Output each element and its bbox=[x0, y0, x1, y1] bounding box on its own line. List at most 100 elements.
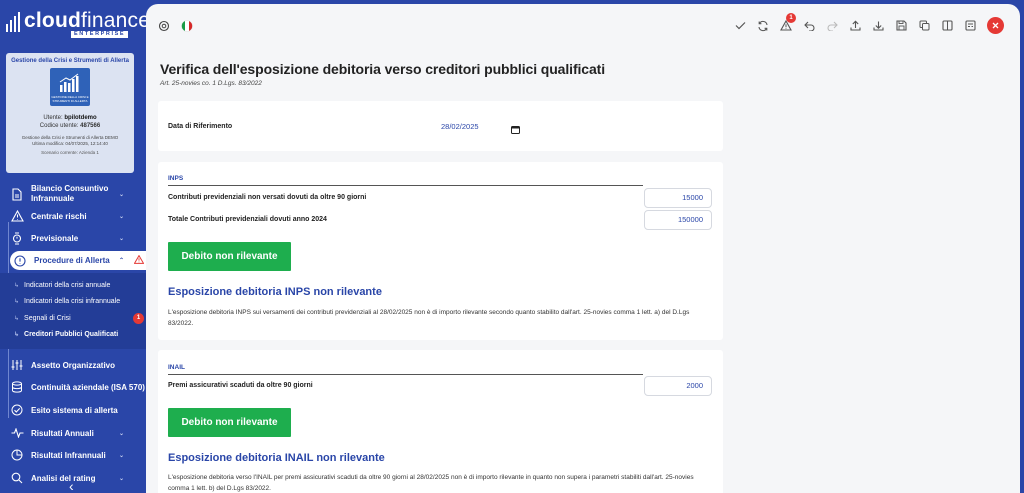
settings-icon[interactable] bbox=[158, 20, 170, 32]
refresh-icon[interactable] bbox=[755, 18, 771, 34]
inail-status-button[interactable]: Debito non rilevante bbox=[168, 408, 291, 437]
chevron-down-icon: ⌄ bbox=[119, 430, 125, 437]
watch-icon bbox=[10, 231, 24, 245]
warning-icon bbox=[133, 254, 145, 266]
close-button[interactable] bbox=[987, 17, 1004, 34]
module-chart-icon: GESTIONE DELLA CRISI E STRUMENTI DI ALLE… bbox=[50, 68, 90, 106]
sidebar-item-label: Risultati Infrannuali bbox=[31, 450, 106, 460]
subitem-arrow-icon: ↳ bbox=[14, 282, 20, 289]
warning-icon bbox=[10, 209, 24, 223]
sidebar-subitem-creditori-pubblici[interactable]: ↳ Creditori Pubblici Qualificati bbox=[0, 329, 146, 339]
columns-icon[interactable] bbox=[939, 18, 955, 34]
section-divider bbox=[168, 185, 643, 186]
search-icon bbox=[10, 471, 24, 485]
sidebar-item-centrale-rischi[interactable]: Centrale rischi ⌄ bbox=[0, 208, 146, 224]
pie-icon bbox=[10, 448, 24, 462]
sidebar-item-label: Assetto Organizzativo bbox=[31, 360, 116, 370]
calculator-icon[interactable] bbox=[962, 18, 978, 34]
brand-edition: ENTERPRISE bbox=[71, 31, 129, 38]
sidebar-item-label: Esito sistema di allerta bbox=[31, 405, 118, 415]
inps-result-title: Esposizione debitoria INPS non rilevante bbox=[168, 286, 382, 298]
undo-icon[interactable] bbox=[801, 18, 817, 34]
inail-row1-label: Premi assicurativi scaduti da oltre 90 g… bbox=[168, 382, 313, 389]
download-icon[interactable] bbox=[870, 18, 886, 34]
sidebar-item-continuita[interactable]: Continuità aziendale (ISA 570) bbox=[0, 379, 146, 395]
sidebar: cloudfinance ENTERPRISE Gestione della C… bbox=[0, 0, 146, 493]
date-panel: Data di Riferimento 28/02/2025 bbox=[158, 101, 723, 151]
card-scenario: Scenario corrente: Azienda 1 bbox=[41, 150, 99, 155]
save-icon[interactable] bbox=[893, 18, 909, 34]
sidebar-subitem-label: Indicatori della crisi infrannuale bbox=[24, 297, 121, 305]
alerts-icon[interactable]: 1 bbox=[778, 12, 796, 34]
sidebar-item-procedure-allerta[interactable]: Procedure di Allerta ⌃ bbox=[10, 251, 146, 270]
sidebar-item-label: Centrale rischi bbox=[31, 211, 87, 221]
logo-bars-icon bbox=[6, 12, 20, 32]
page-subtitle: Art. 25-novies co. 1 D.Lgs. 83/2022 bbox=[160, 80, 262, 87]
sidebar-subitem-segnali-crisi[interactable]: ↳ Segnali di Crisi bbox=[0, 313, 146, 323]
card-user: Utente: bpilotdemo bbox=[43, 115, 97, 121]
card-image-caption: GESTIONE DELLA CRISI E STRUMENTI DI ALLE… bbox=[51, 95, 89, 103]
inail-panel: INAIL Premi assicurativi scaduti da oltr… bbox=[158, 350, 723, 493]
sliders-icon bbox=[10, 358, 24, 372]
sidebar-subitem-indicatori-infrannuale[interactable]: ↳ Indicatori della crisi infrannuale bbox=[0, 296, 146, 306]
chevron-down-icon: ⌄ bbox=[119, 235, 125, 242]
sidebar-item-label: Bilancio Consuntivo bbox=[31, 184, 109, 193]
collapse-sidebar-icon[interactable]: ‹ bbox=[69, 479, 74, 493]
check-circle-icon bbox=[10, 403, 24, 417]
user-card: Gestione della Crisi e Strumenti di Alle… bbox=[6, 53, 134, 173]
card-title: Gestione della Crisi e Strumenti di Alle… bbox=[11, 58, 129, 64]
calendar-icon[interactable] bbox=[511, 121, 520, 139]
inps-panel: INPS Contributi previdenziali non versat… bbox=[158, 162, 723, 340]
upload-icon[interactable] bbox=[847, 18, 863, 34]
inps-heading: INPS bbox=[168, 175, 184, 182]
alerts-badge: 1 bbox=[786, 12, 796, 23]
inps-row1-label: Contributi previdenziali non versati dov… bbox=[168, 194, 367, 201]
subitem-arrow-icon: ↳ bbox=[14, 315, 20, 322]
sidebar-item-risultati-infrannuali[interactable]: Risultati Infrannuali ⌄ bbox=[0, 447, 146, 463]
brand-name: cloudfinance bbox=[24, 9, 146, 32]
inail-row1-input[interactable]: 2000 bbox=[644, 376, 712, 396]
brand-logo[interactable]: cloudfinance bbox=[6, 10, 146, 32]
notification-badge: 1 bbox=[133, 313, 144, 324]
sidebar-item-label: Infrannuale bbox=[31, 194, 75, 203]
sidebar-subitem-label: Segnali di Crisi bbox=[24, 314, 71, 322]
sidebar-item-label: Analisi del rating bbox=[31, 473, 96, 483]
sidebar-item-label: Previsionale bbox=[31, 233, 79, 243]
inps-row2-label: Totale Contributi previdenziali dovuti a… bbox=[168, 216, 327, 223]
sidebar-item-risultati-annuali[interactable]: Risultati Annuali ⌄ bbox=[0, 425, 146, 441]
chevron-down-icon: ⌄ bbox=[119, 475, 125, 482]
pulse-icon bbox=[10, 426, 24, 440]
inps-row2-input[interactable]: 150000 bbox=[644, 210, 712, 230]
subitem-arrow-icon: ↳ bbox=[14, 331, 20, 338]
inps-row1-input[interactable]: 15000 bbox=[644, 188, 712, 208]
page-title: Verifica dell'esposizione debitoria vers… bbox=[160, 61, 606, 77]
chevron-down-icon: ⌄ bbox=[119, 191, 125, 198]
sidebar-item-bilancio[interactable]: Bilancio Consuntivo Infrannuale ⌄ bbox=[0, 182, 146, 206]
toolbar: 1 bbox=[732, 12, 1004, 34]
inail-result-title: Esposizione debitoria INAIL non rilevant… bbox=[168, 452, 385, 464]
inail-result-text: L'esposizione debitoria verso l'INAIL pe… bbox=[168, 474, 694, 492]
date-label: Data di Riferimento bbox=[168, 123, 233, 130]
sidebar-subitem-label: Creditori Pubblici Qualificati bbox=[24, 330, 119, 338]
sidebar-item-label: Risultati Annuali bbox=[31, 428, 94, 438]
date-input[interactable]: 28/02/2025 bbox=[441, 122, 479, 131]
topbar: 1 bbox=[146, 4, 1020, 48]
redo-icon[interactable] bbox=[824, 18, 840, 34]
inps-status-button[interactable]: Debito non rilevante bbox=[168, 242, 291, 271]
sidebar-item-esito[interactable]: Esito sistema di allerta bbox=[0, 402, 146, 418]
inail-heading: INAIL bbox=[168, 364, 185, 371]
check-icon[interactable] bbox=[732, 18, 748, 34]
chevron-down-icon: ⌄ bbox=[119, 213, 125, 220]
italian-flag-icon[interactable] bbox=[181, 20, 193, 32]
sidebar-item-previsionale[interactable]: Previsionale ⌄ bbox=[0, 230, 146, 246]
chevron-down-icon: ⌄ bbox=[119, 452, 125, 459]
sidebar-subitem-label: Indicatori della crisi annuale bbox=[24, 281, 111, 289]
sidebar-item-assetto[interactable]: Assetto Organizzativo bbox=[0, 357, 146, 373]
card-code: Codice utente: 487566 bbox=[39, 123, 101, 129]
sidebar-subitem-indicatori-annuale[interactable]: ↳ Indicatori della crisi annuale bbox=[0, 280, 146, 290]
subitem-arrow-icon: ↳ bbox=[14, 298, 20, 305]
chevron-up-icon: ⌃ bbox=[119, 258, 125, 264]
copy-icon[interactable] bbox=[916, 18, 932, 34]
alert-circle-icon bbox=[13, 254, 27, 268]
card-info: Gestione della Crisi e Strumenti di Alle… bbox=[21, 135, 119, 146]
